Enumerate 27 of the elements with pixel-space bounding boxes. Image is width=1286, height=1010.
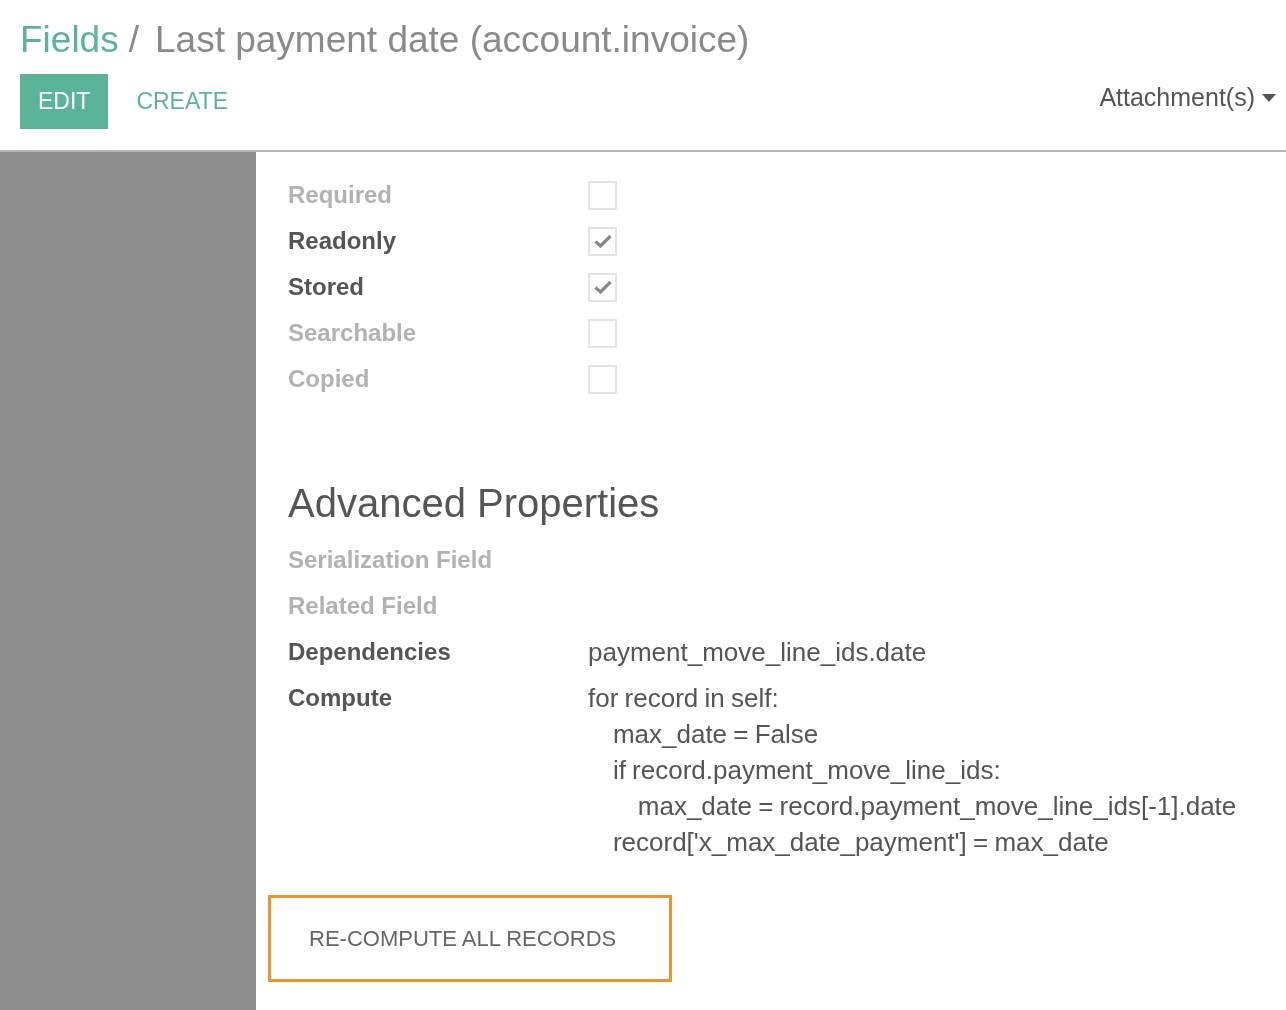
checkbox[interactable] — [588, 226, 617, 256]
field-label: Stored — [288, 272, 365, 302]
field-label: Compute — [288, 683, 393, 713]
field-label: Searchable — [288, 318, 418, 348]
breadcrumb-link[interactable]: Fields — [20, 18, 119, 62]
check-icon — [593, 234, 612, 248]
section-heading: Advanced Properties — [288, 480, 660, 527]
checkbox[interactable] — [588, 318, 617, 348]
create-button[interactable]: CREATE — [108, 74, 256, 129]
attachments-dropdown[interactable]: Attachment(s) — [1099, 83, 1276, 112]
breadcrumb-separator: / — [128, 18, 139, 62]
recompute-button[interactable]: RE-COMPUTE ALL RECORDS — [268, 895, 672, 982]
field-value: payment_move_line_ids.date — [588, 636, 928, 669]
field-label: Related Field — [288, 591, 439, 621]
caret-icon — [1262, 93, 1276, 102]
edit-button[interactable]: EDIT — [20, 74, 109, 129]
field-label: Serialization Field — [288, 545, 494, 575]
field-label: Dependencies — [288, 637, 452, 667]
compute-code-text: for record in self: max_date = False if record.payment_move_line_ids: max_date = record.payment_move_line_ids[-1].date record['x_max_date_payment'] = max_date — [588, 682, 1238, 859]
checkbox[interactable] — [588, 272, 617, 302]
check-icon — [593, 280, 612, 294]
page-title: Last payment date (account.invoice) — [155, 18, 750, 62]
field-label: Copied — [288, 364, 371, 394]
checkbox[interactable] — [588, 180, 617, 210]
checkbox[interactable] — [588, 364, 617, 394]
field-label: Required — [288, 180, 393, 210]
field-label: Readonly — [288, 226, 398, 256]
